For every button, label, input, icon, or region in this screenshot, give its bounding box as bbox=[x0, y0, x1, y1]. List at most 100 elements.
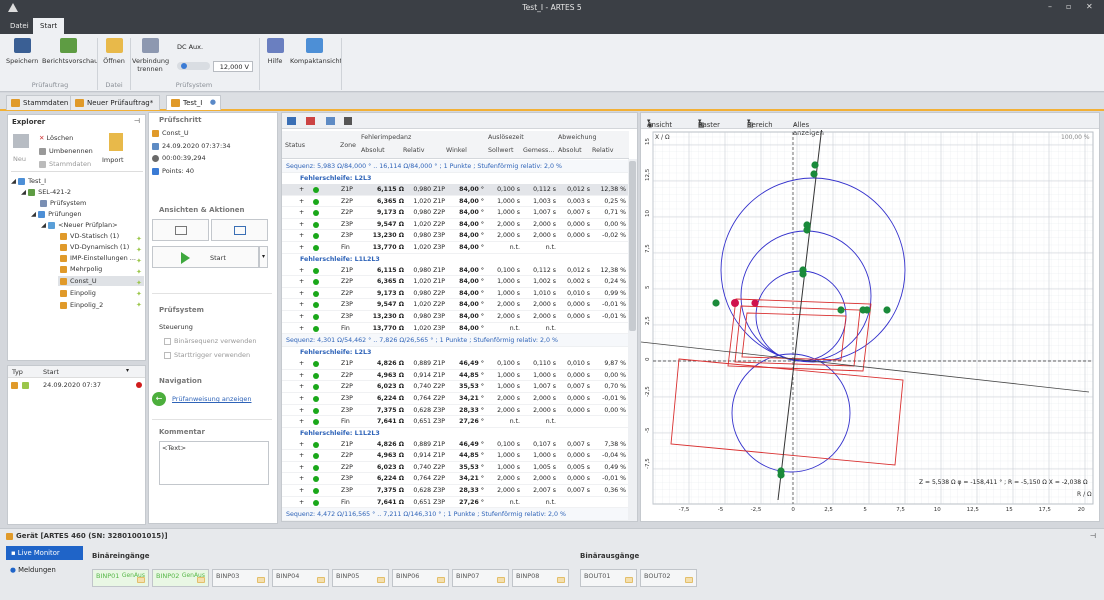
binary-input[interactable]: BINP05 bbox=[332, 569, 389, 587]
table-row[interactable]: + Fin 7,641 Ω 0,651 Z3P 27,26 ° n.t. n.t. bbox=[282, 416, 629, 428]
col-relativ[interactable]: Relativ bbox=[403, 147, 425, 154]
expand-icon[interactable]: + bbox=[299, 290, 304, 297]
kommentar-textarea[interactable]: <Text> bbox=[159, 441, 269, 485]
list-row[interactable]: 24.09.2020 07:37 bbox=[8, 379, 145, 391]
table-row[interactable]: + Z1P 6,115 Ω 0,980 Z1P 84,00 ° 0,100 s 0,112 … bbox=[282, 265, 629, 277]
expand-icon[interactable]: + bbox=[299, 487, 304, 494]
table-row[interactable]: + Fin 13,770 Ω 1,020 Z3P 84,00 ° n.t. n.t. bbox=[282, 323, 629, 335]
chart-view-button[interactable] bbox=[152, 219, 209, 241]
tree-node-imp[interactable]: IMP-Einstellungen ... bbox=[60, 254, 136, 262]
expand-icon[interactable]: + bbox=[299, 232, 304, 239]
table-row[interactable]: + Z2P 4,963 Ω 0,914 Z1P 44,85 ° 1,000 s 1,000 … bbox=[282, 370, 629, 382]
import-icon[interactable] bbox=[109, 133, 123, 151]
help-button[interactable]: Hilfe bbox=[264, 38, 286, 65]
col-gemessen[interactable]: Gemess... bbox=[523, 147, 554, 154]
table-row[interactable]: + Z2P 9,173 Ω 0,980 Z2P 84,00 ° 1,000 s 1,007 … bbox=[282, 207, 629, 219]
table-row[interactable]: + Fin 13,770 Ω 1,020 Z3P 84,00 ° n.t. n.t. bbox=[282, 242, 629, 254]
table-row[interactable]: + Z2P 6,365 Ω 1,020 Z1P 84,00 ° 1,000 s 1,002 … bbox=[282, 276, 629, 288]
filter-icon[interactable]: ▾ bbox=[126, 367, 129, 374]
expand-icon[interactable]: + bbox=[299, 325, 304, 332]
export-icon[interactable] bbox=[287, 117, 296, 125]
table-view-button[interactable] bbox=[211, 219, 268, 241]
expand-icon[interactable]: + bbox=[299, 499, 304, 506]
col-sollwert[interactable]: Sollwert bbox=[488, 147, 513, 154]
tab-start[interactable]: Start bbox=[33, 18, 65, 34]
umbenennen-button[interactable]: Umbenennen bbox=[39, 147, 93, 155]
expand-icon[interactable]: ◢ bbox=[41, 221, 48, 229]
compact-view-button[interactable]: Kompaktansicht bbox=[290, 38, 342, 65]
tab-close-icon[interactable]: ● bbox=[210, 98, 216, 106]
binary-input[interactable]: BINP01 GenAus bbox=[92, 569, 149, 587]
table-row[interactable]: + Z3P 7,375 Ω 0,628 Z3P 28,33 ° 2,000 s 2,007 … bbox=[282, 485, 629, 497]
save-button[interactable]: Speichern bbox=[6, 38, 38, 65]
pin-icon[interactable]: ⊣ bbox=[1090, 532, 1096, 540]
dc-aux-input[interactable]: 12,000 V bbox=[213, 61, 253, 72]
sequence-header[interactable]: Sequenz: 4,301 Ω/54,462 ° .. 7,826 Ω/26,… bbox=[282, 334, 629, 348]
col-absolut[interactable]: Absolut bbox=[361, 147, 385, 154]
dc-aux-slider[interactable] bbox=[177, 62, 210, 70]
start-button[interactable]: Start bbox=[152, 246, 259, 268]
expand-icon[interactable]: ◢ bbox=[31, 210, 38, 218]
col-winkel[interactable]: Winkel bbox=[446, 147, 467, 154]
tree-node-pruefungen[interactable]: ◢ Prüfungen bbox=[31, 210, 81, 218]
tab-stammdaten[interactable]: Stammdaten bbox=[6, 95, 76, 110]
pin-icon[interactable]: ⊣ bbox=[134, 117, 140, 125]
expand-icon[interactable]: + bbox=[299, 267, 304, 274]
expand-icon[interactable]: + bbox=[299, 383, 304, 390]
table-row[interactable]: + Z3P 13,230 Ω 0,980 Z3P 84,00 ° 2,000 s 2,000… bbox=[282, 230, 629, 242]
scrollbar-thumb[interactable] bbox=[629, 161, 636, 331]
expand-icon[interactable]: + bbox=[299, 452, 304, 459]
filter-icon[interactable] bbox=[344, 117, 352, 125]
start-dropdown-icon[interactable]: ▾ bbox=[259, 246, 268, 268]
tree-node-einpolig-2[interactable]: Einpolig_2 bbox=[60, 301, 103, 309]
table-row[interactable]: + Z1P 4,826 Ω 0,889 Z1P 46,49 ° 0,100 s 0,110 … bbox=[282, 358, 629, 370]
binaer-checkbox[interactable]: Binärsequenz verwenden bbox=[164, 337, 256, 345]
expand-icon[interactable]: + bbox=[299, 407, 304, 414]
expand-icon[interactable]: + bbox=[299, 313, 304, 320]
tree-node-pruefplan[interactable]: ◢ <Neuer Prüfplan> bbox=[41, 221, 118, 229]
table-row[interactable]: + Z2P 6,365 Ω 1,020 Z1P 84,00 ° 1,000 s 1,003 … bbox=[282, 196, 629, 208]
open-button[interactable]: Öffnen bbox=[101, 38, 127, 65]
meldungen-button[interactable]: ● Meldungen bbox=[10, 566, 56, 574]
slider-thumb[interactable] bbox=[181, 63, 187, 69]
binary-output[interactable]: BOUT02 bbox=[640, 569, 697, 587]
add-icon[interactable] bbox=[13, 134, 29, 148]
expand-icon[interactable]: + bbox=[299, 372, 304, 379]
disconnect-button[interactable]: Verbindung trennen bbox=[132, 38, 169, 73]
col-abs2[interactable]: Absolut bbox=[558, 147, 582, 154]
expand-icon[interactable]: + bbox=[299, 221, 304, 228]
tree-node-mehrpolig[interactable]: Mehrpolig bbox=[60, 265, 102, 273]
expand-icon[interactable]: ◢ bbox=[21, 188, 28, 196]
table-row[interactable]: + Z1P 6,115 Ω 0,980 Z1P 84,00 ° 0,100 s 0,112 … bbox=[282, 184, 629, 196]
fault-loop-header[interactable]: Fehlerschleife: L1L2L3 bbox=[282, 428, 629, 439]
bereich-dropdown[interactable]: ▤ Bereich ▾ bbox=[747, 117, 773, 129]
import-button[interactable]: Import bbox=[102, 156, 124, 164]
col-zone[interactable]: Zone bbox=[340, 142, 356, 149]
table-row[interactable]: + Z1P 4,826 Ω 0,889 Z1P 46,49 ° 0,100 s 0,107 … bbox=[282, 439, 629, 451]
binary-input[interactable]: BINP03 bbox=[212, 569, 269, 587]
expand-icon[interactable]: + bbox=[299, 209, 304, 216]
pruefanweisung-link[interactable]: Prüfanweisung anzeigen bbox=[172, 395, 252, 403]
expand-icon[interactable]: + bbox=[299, 464, 304, 471]
delete-results-icon[interactable] bbox=[306, 117, 315, 125]
report-preview-button[interactable]: Berichtsvorschau bbox=[42, 38, 98, 65]
expand-icon[interactable]: + bbox=[299, 475, 304, 482]
tree-node-vd-dynamisch[interactable]: VD-Dynamisch (1) bbox=[60, 243, 129, 251]
checkbox-icon[interactable] bbox=[164, 337, 171, 345]
binary-input[interactable]: BINP08 bbox=[512, 569, 569, 587]
binary-output[interactable]: BOUT01 bbox=[580, 569, 637, 587]
live-monitor-button[interactable]: ▪ Live Monitor bbox=[6, 546, 83, 560]
tree-node-sel-421[interactable]: ◢ SEL-421-2 bbox=[21, 188, 71, 196]
col-typ[interactable]: Typ bbox=[12, 368, 23, 376]
expand-icon[interactable]: + bbox=[299, 198, 304, 205]
table-row[interactable]: + Z2P 4,963 Ω 0,914 Z1P 44,85 ° 1,000 s 1,000 … bbox=[282, 450, 629, 462]
expand-icon[interactable]: + bbox=[299, 395, 304, 402]
binary-input[interactable]: BINP02 GenAus bbox=[152, 569, 209, 587]
expand-icon[interactable]: ◢ bbox=[11, 177, 18, 185]
col-status[interactable]: Status bbox=[285, 142, 305, 149]
checkbox-icon[interactable] bbox=[164, 351, 171, 359]
table-row[interactable]: + Z2P 6,023 Ω 0,740 Z2P 35,53 ° 1,000 s 1,005 … bbox=[282, 462, 629, 474]
tab-neuer-pruefauftrag[interactable]: Neuer Prüfauftrag* bbox=[70, 95, 161, 110]
minimize-icon[interactable]: – bbox=[1048, 2, 1052, 11]
expand-icon[interactable]: + bbox=[299, 418, 304, 425]
